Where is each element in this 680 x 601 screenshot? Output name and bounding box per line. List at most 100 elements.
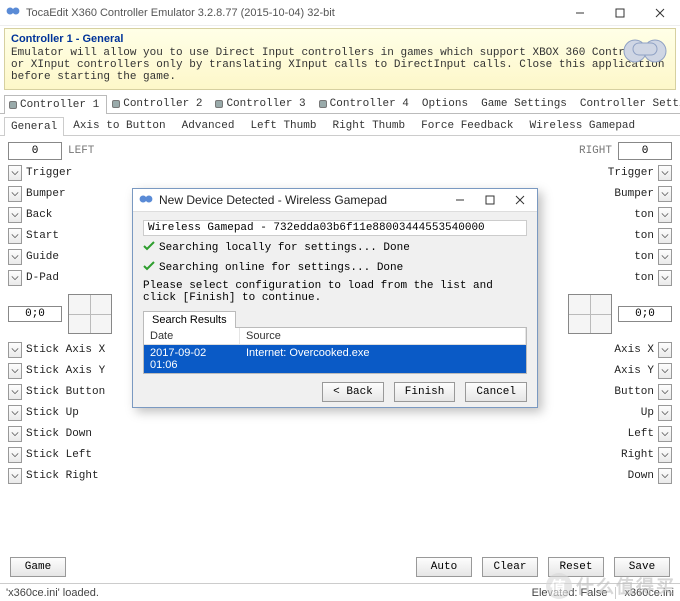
tab-options[interactable]: Options bbox=[417, 94, 476, 113]
app-icon bbox=[6, 4, 26, 21]
right-stick-right: Right bbox=[621, 449, 654, 461]
dropdown-icon[interactable] bbox=[8, 228, 22, 244]
tab-controller-3[interactable]: Controller 3 bbox=[210, 94, 313, 113]
right-label: RIGHT bbox=[579, 145, 612, 157]
left-stick-down: Stick Down bbox=[26, 428, 138, 440]
dropdown-icon[interactable] bbox=[658, 342, 672, 358]
tab-controller-settings[interactable]: Controller Settings bbox=[575, 94, 680, 113]
info-text: Emulator will allow you to use Direct In… bbox=[11, 47, 669, 83]
dropdown-icon[interactable] bbox=[8, 249, 22, 265]
window-title: TocaEdit X360 Controller Emulator 3.2.8.… bbox=[26, 7, 560, 19]
subtab-left-thumb[interactable]: Left Thumb bbox=[243, 116, 323, 135]
dialog-title: New Device Detected - Wireless Gamepad bbox=[159, 193, 445, 207]
dropdown-icon[interactable] bbox=[8, 405, 22, 421]
dropdown-icon[interactable] bbox=[658, 186, 672, 202]
close-button[interactable] bbox=[640, 0, 680, 26]
left-bumper-label: Bumper bbox=[26, 188, 138, 200]
auto-button[interactable]: Auto bbox=[416, 557, 472, 577]
left-stick-left: Stick Left bbox=[26, 449, 138, 461]
right-stick-down: Down bbox=[628, 470, 654, 482]
dropdown-icon[interactable] bbox=[8, 468, 22, 484]
right-a-label: ton bbox=[634, 272, 654, 284]
left-stick-up: Stick Up bbox=[26, 407, 138, 419]
left-guide-label: Guide bbox=[26, 251, 138, 263]
left-trigger-value: 0 bbox=[8, 142, 62, 160]
dropdown-icon[interactable] bbox=[658, 249, 672, 265]
dropdown-icon[interactable] bbox=[658, 447, 672, 463]
result-row[interactable]: 2017-09-02 01:06 Internet: Overcooked.ex… bbox=[144, 345, 526, 373]
tab-controller-1[interactable]: Controller 1 bbox=[4, 95, 107, 114]
left-dpad-label: D-Pad bbox=[26, 272, 138, 284]
dialog-close-button[interactable] bbox=[505, 189, 535, 211]
left-trigger-label: Trigger bbox=[26, 167, 138, 179]
right-stick-axis-y: Axis Y bbox=[614, 365, 654, 377]
dropdown-icon[interactable] bbox=[658, 165, 672, 181]
dropdown-icon[interactable] bbox=[8, 447, 22, 463]
right-trigger-label: Trigger bbox=[608, 167, 654, 179]
minimize-button[interactable] bbox=[560, 0, 600, 26]
subtab-axis-to-button[interactable]: Axis to Button bbox=[66, 116, 172, 135]
dialog-maximize-button[interactable] bbox=[475, 189, 505, 211]
subtab-general[interactable]: General bbox=[4, 117, 64, 136]
tab-controller-2[interactable]: Controller 2 bbox=[107, 94, 210, 113]
left-stick-right: Stick Right bbox=[26, 470, 138, 482]
left-stick-axis-x: Stick Axis X bbox=[26, 344, 138, 356]
info-heading: Controller 1 - General bbox=[11, 33, 669, 45]
dropdown-icon[interactable] bbox=[8, 384, 22, 400]
dropdown-icon[interactable] bbox=[8, 270, 22, 286]
dropdown-icon[interactable] bbox=[8, 342, 22, 358]
maximize-button[interactable] bbox=[600, 0, 640, 26]
titlebar: TocaEdit X360 Controller Emulator 3.2.8.… bbox=[0, 0, 680, 26]
subtab-advanced[interactable]: Advanced bbox=[175, 116, 242, 135]
dropdown-icon[interactable] bbox=[8, 207, 22, 223]
right-stick-up: Up bbox=[641, 407, 654, 419]
col-source[interactable]: Source bbox=[240, 328, 526, 344]
sub-tabs: General Axis to Button Advanced Left Thu… bbox=[0, 114, 680, 136]
finish-button[interactable]: Finish bbox=[394, 382, 456, 402]
results-tab[interactable]: Search Results bbox=[143, 311, 236, 328]
dialog-minimize-button[interactable] bbox=[445, 189, 475, 211]
game-button[interactable]: Game bbox=[10, 557, 66, 577]
dropdown-icon[interactable] bbox=[658, 363, 672, 379]
check-icon bbox=[143, 240, 155, 256]
status-left: 'x360ce.ini' loaded. bbox=[6, 587, 99, 599]
subtab-force-feedback[interactable]: Force Feedback bbox=[414, 116, 520, 135]
col-date[interactable]: Date bbox=[144, 328, 240, 344]
dropdown-icon[interactable] bbox=[658, 228, 672, 244]
dropdown-icon[interactable] bbox=[658, 468, 672, 484]
left-start-label: Start bbox=[26, 230, 138, 242]
left-stick-value: 0;0 bbox=[8, 306, 62, 322]
right-stick-left: Left bbox=[628, 428, 654, 440]
dropdown-icon[interactable] bbox=[8, 186, 22, 202]
check-icon bbox=[143, 260, 155, 276]
dropdown-icon[interactable] bbox=[658, 207, 672, 223]
dropdown-icon[interactable] bbox=[658, 405, 672, 421]
tab-game-settings[interactable]: Game Settings bbox=[476, 94, 575, 113]
grid-header: Date Source bbox=[144, 328, 526, 345]
new-device-dialog: New Device Detected - Wireless Gamepad W… bbox=[132, 188, 538, 408]
back-button[interactable]: < Back bbox=[322, 382, 384, 402]
cancel-button[interactable]: Cancel bbox=[465, 382, 527, 402]
dropdown-icon[interactable] bbox=[8, 426, 22, 442]
results-grid: Date Source 2017-09-02 01:06 Internet: O… bbox=[143, 327, 527, 374]
subtab-wireless-gamepad[interactable]: Wireless Gamepad bbox=[523, 116, 643, 135]
right-bindings: Trigger Bumper ton ton ton ton 0;0 Axis … bbox=[540, 164, 672, 485]
info-panel: Controller 1 - General Emulator will all… bbox=[4, 28, 676, 90]
dropdown-icon[interactable] bbox=[658, 426, 672, 442]
tab-controller-4[interactable]: Controller 4 bbox=[314, 94, 417, 113]
right-bumper-label: Bumper bbox=[614, 188, 654, 200]
save-button[interactable]: Save bbox=[614, 557, 670, 577]
dropdown-icon[interactable] bbox=[8, 165, 22, 181]
left-stick-axis-y: Stick Axis Y bbox=[26, 365, 138, 377]
dropdown-icon[interactable] bbox=[658, 384, 672, 400]
clear-button[interactable]: Clear bbox=[482, 557, 538, 577]
left-stick-preview bbox=[68, 294, 112, 334]
dropdown-icon[interactable] bbox=[658, 270, 672, 286]
subtab-right-thumb[interactable]: Right Thumb bbox=[325, 116, 412, 135]
dialog-icon bbox=[139, 192, 159, 209]
reset-button[interactable]: Reset bbox=[548, 557, 604, 577]
dialog-titlebar: New Device Detected - Wireless Gamepad bbox=[133, 189, 537, 212]
right-x-label: ton bbox=[634, 230, 654, 242]
dropdown-icon[interactable] bbox=[8, 363, 22, 379]
left-back-label: Back bbox=[26, 209, 138, 221]
